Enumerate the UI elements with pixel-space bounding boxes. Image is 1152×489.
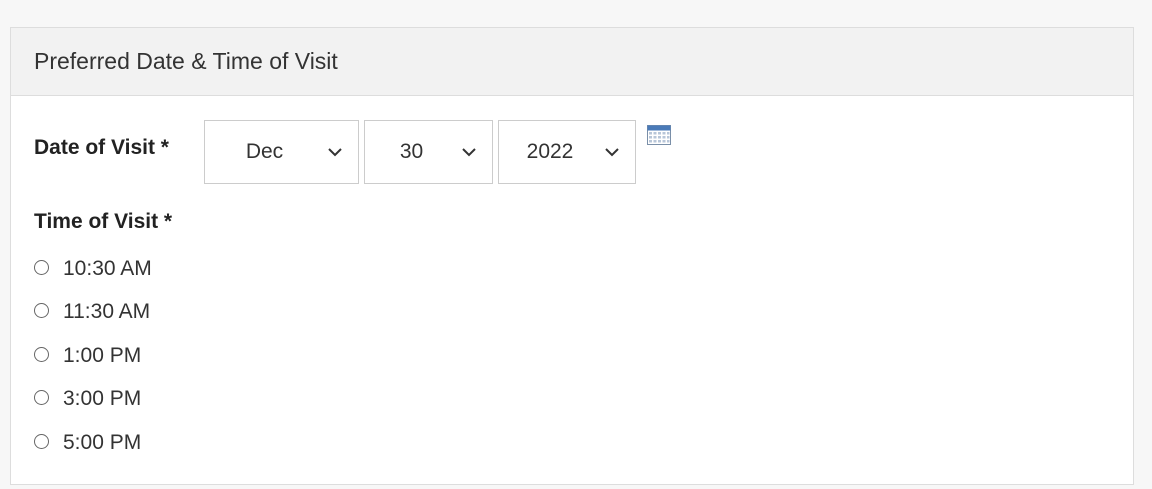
- chevron-down-icon: [601, 147, 623, 157]
- chevron-down-icon: [324, 147, 346, 157]
- radio-button[interactable]: [34, 259, 49, 275]
- day-select-value: 30: [399, 140, 424, 163]
- month-select-value: Dec: [245, 140, 284, 163]
- panel-title: Preferred Date & Time of Visit: [34, 48, 338, 74]
- time-option-1130am[interactable]: 11:30 AM: [34, 299, 150, 325]
- radio-button[interactable]: [34, 302, 49, 318]
- time-option-label: 3:00 PM: [63, 387, 142, 410]
- date-of-visit-label: Date of Visit *: [34, 136, 169, 159]
- visit-panel: Preferred Date & Time of Visit Date of V…: [10, 27, 1134, 485]
- time-option-label: 1:00 PM: [63, 344, 142, 367]
- calendar-icon[interactable]: [647, 125, 671, 145]
- time-option-300pm[interactable]: 3:00 PM: [34, 386, 141, 412]
- radio-button[interactable]: [34, 389, 49, 405]
- radio-button[interactable]: [34, 346, 49, 362]
- panel-header: Preferred Date & Time of Visit: [11, 28, 1133, 96]
- time-option-500pm[interactable]: 5:00 PM: [34, 430, 141, 456]
- chevron-down-icon: [458, 147, 480, 157]
- time-of-visit-label: Time of Visit *: [34, 210, 173, 233]
- year-select-value: 2022: [526, 140, 574, 163]
- time-option-100pm[interactable]: 1:00 PM: [34, 343, 141, 369]
- time-option-label: 5:00 PM: [63, 431, 142, 454]
- year-select[interactable]: 2022: [498, 120, 636, 184]
- month-select[interactable]: Dec: [204, 120, 359, 184]
- time-option-label: 11:30 AM: [63, 300, 151, 323]
- day-select[interactable]: 30: [364, 120, 493, 184]
- time-option-1030am[interactable]: 10:30 AM: [34, 256, 152, 282]
- time-option-label: 10:30 AM: [63, 257, 152, 280]
- radio-button[interactable]: [34, 433, 49, 449]
